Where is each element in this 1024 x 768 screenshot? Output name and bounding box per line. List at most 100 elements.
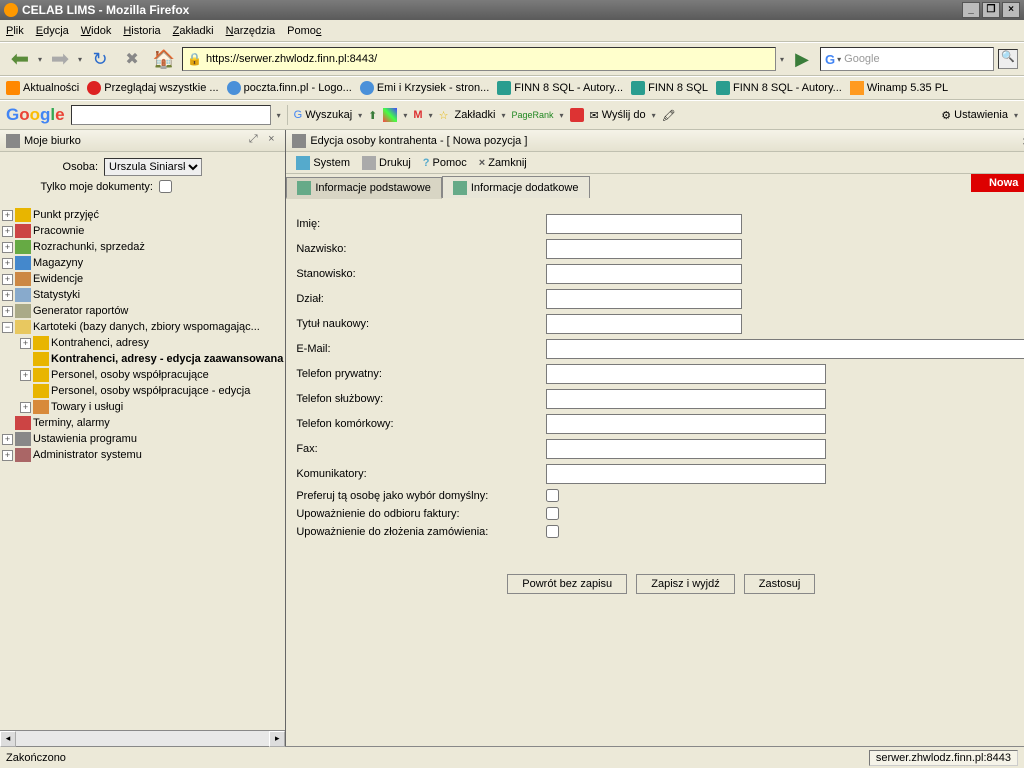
google-search-input[interactable] xyxy=(71,105,271,125)
tree-item[interactable]: +Magazyny xyxy=(2,255,283,271)
url-input[interactable]: 🔒 https://serwer.zhwlodz.finn.pl:8443/ xyxy=(182,47,776,71)
bookmark-item[interactable]: Emi i Krzysiek - stron... xyxy=(360,81,489,95)
reload-button[interactable]: ↻ xyxy=(86,45,114,73)
restore-button[interactable]: ❐ xyxy=(982,2,1000,18)
input-tel-p[interactable] xyxy=(546,364,826,384)
finn-icon xyxy=(497,81,511,95)
input-stanowisko[interactable] xyxy=(546,264,742,284)
google-search-button[interactable]: G Wyszukaj xyxy=(294,109,353,121)
tab-basic[interactable]: Informacje podstawowe xyxy=(286,177,442,199)
google-logo-icon: G xyxy=(825,52,835,67)
winamp-icon xyxy=(850,81,864,95)
close-button[interactable]: × xyxy=(1002,2,1020,18)
collapse-icon[interactable]: ⤢ xyxy=(245,133,261,149)
back-button[interactable]: Powrót bez zapisu xyxy=(507,574,627,594)
bookmark-item[interactable]: Aktualności xyxy=(6,81,79,95)
edit-form: Imię: Nazwisko: Stanowisko: Dział: Tytuł… xyxy=(286,198,1024,746)
google-bookmarks[interactable]: Zakładki xyxy=(454,109,495,121)
menu-file[interactable]: Plik xyxy=(6,25,24,37)
checkbox-pref[interactable] xyxy=(546,489,559,502)
search-box[interactable]: G▾ Google xyxy=(820,47,994,71)
tree-item[interactable]: +Administrator systemu xyxy=(2,447,283,463)
save-button[interactable]: Zapisz i wyjdź xyxy=(636,574,734,594)
search-go-button[interactable]: 🔍 xyxy=(998,49,1018,69)
highlight-icon[interactable]: 🖍 xyxy=(662,109,676,122)
menu-bookmarks[interactable]: Zakładki xyxy=(173,25,214,37)
input-tytul[interactable] xyxy=(546,314,742,334)
block-icon[interactable] xyxy=(570,108,584,122)
pagerank-label[interactable]: PageRank xyxy=(511,110,553,120)
toolbar-close[interactable]: ×Zamknij xyxy=(475,155,531,171)
color-icon[interactable] xyxy=(383,108,397,122)
checkbox-upow-z[interactable] xyxy=(546,525,559,538)
input-email[interactable] xyxy=(546,339,1024,359)
bookmark-item[interactable]: Winamp 5.35 PL xyxy=(850,81,948,95)
url-dropdown[interactable]: ▾ xyxy=(780,55,784,64)
tree-item[interactable]: +Rozrachunki, sprzedaż xyxy=(2,239,283,255)
up-icon[interactable]: ⬆ xyxy=(368,109,377,122)
bookmark-item[interactable]: Przeglądaj wszystkie ... xyxy=(87,81,218,95)
forward-button[interactable]: ➡ xyxy=(46,45,74,73)
toolbar-help[interactable]: ?Pomoc xyxy=(419,155,471,171)
osoba-label: Osoba: xyxy=(4,161,104,173)
browser-menubar: Plik Edycja Widok Historia Zakładki Narz… xyxy=(0,20,1024,42)
forward-dropdown[interactable]: ▾ xyxy=(78,55,82,64)
menu-tools[interactable]: Narzędzia xyxy=(226,25,276,37)
label-nazwisko: Nazwisko: xyxy=(296,243,546,255)
left-panel-header: Moje biurko ⤢ × xyxy=(0,130,285,152)
tree-item[interactable]: +Statystyki xyxy=(2,287,283,303)
tab-extra[interactable]: Informacje dodatkowe xyxy=(442,176,590,198)
star-icon[interactable]: ☆ xyxy=(439,109,449,122)
bookmark-item[interactable]: FINN 8 SQL xyxy=(631,81,708,95)
tree-item[interactable]: +Ewidencje xyxy=(2,271,283,287)
back-dropdown[interactable]: ▾ xyxy=(38,55,42,64)
send-to[interactable]: ✉ Wyślij do xyxy=(590,109,646,122)
osoba-select[interactable]: Urszula Siniarska xyxy=(104,158,202,176)
menu-view[interactable]: Widok xyxy=(81,25,112,37)
back-button[interactable]: ⬅ xyxy=(6,45,34,73)
input-tel-s[interactable] xyxy=(546,389,826,409)
bookmark-item[interactable]: FINN 8 SQL - Autory... xyxy=(716,81,842,95)
tree-item[interactable]: +Kontrahenci, adresy xyxy=(2,335,283,351)
search-placeholder: Google xyxy=(844,53,879,65)
input-fax[interactable] xyxy=(546,439,826,459)
menu-edit[interactable]: Edycja xyxy=(36,25,69,37)
finn-icon xyxy=(716,81,730,95)
input-tel-k[interactable] xyxy=(546,414,826,434)
input-nazwisko[interactable] xyxy=(546,239,742,259)
tree-item[interactable]: Personel, osoby współpracujące - edycja xyxy=(2,383,283,399)
label-fax: Fax: xyxy=(296,443,546,455)
home-button[interactable]: 🏠 xyxy=(150,45,178,73)
tree-item[interactable]: +Towary i usługi xyxy=(2,399,283,415)
gmail-icon[interactable]: M xyxy=(413,109,422,121)
label-tytul: Tytuł naukowy: xyxy=(296,318,546,330)
apply-button[interactable]: Zastosuj xyxy=(744,574,816,594)
bookmark-item[interactable]: poczta.finn.pl - Logo... xyxy=(227,81,352,95)
tree-item-active[interactable]: Kontrahenci, adresy - edycja zaawansowan… xyxy=(2,351,283,367)
form-buttons: Powrót bez zapisu Zapisz i wyjdź Zastosu… xyxy=(296,574,1024,594)
input-dzial[interactable] xyxy=(546,289,742,309)
close-panel-icon[interactable]: × xyxy=(263,133,279,149)
input-komun[interactable] xyxy=(546,464,826,484)
input-imie[interactable] xyxy=(546,214,742,234)
google-logo[interactable]: Google xyxy=(6,105,65,125)
docs-checkbox[interactable] xyxy=(159,180,172,193)
tree-item[interactable]: −Kartoteki (bazy danych, zbiory wspomaga… xyxy=(2,319,283,335)
menu-history[interactable]: Historia xyxy=(123,25,160,37)
toolbar-print[interactable]: Drukuj xyxy=(358,154,415,172)
bookmark-item[interactable]: FINN 8 SQL - Autory... xyxy=(497,81,623,95)
tree-item[interactable]: +Ustawienia programu xyxy=(2,431,283,447)
tree-item[interactable]: +Generator raportów xyxy=(2,303,283,319)
toolbar-system[interactable]: System xyxy=(292,154,354,172)
go-button[interactable]: ▶ xyxy=(788,45,816,73)
checkbox-upow-f[interactable] xyxy=(546,507,559,520)
tree-item[interactable]: +Personel, osoby współpracujące xyxy=(2,367,283,383)
minimize-button[interactable]: _ xyxy=(962,2,980,18)
tree-item[interactable]: +Punkt przyjęć xyxy=(2,207,283,223)
stop-button[interactable]: ✖ xyxy=(118,45,146,73)
google-settings[interactable]: ⚙ Ustawienia xyxy=(941,109,1008,122)
menu-help[interactable]: Pomoc xyxy=(287,25,321,37)
right-panel-header: Edycja osoby kontrahenta - [ Nowa pozycj… xyxy=(286,130,1024,152)
tree-item[interactable]: Terminy, alarmy xyxy=(2,415,283,431)
tree-item[interactable]: +Pracownie xyxy=(2,223,283,239)
